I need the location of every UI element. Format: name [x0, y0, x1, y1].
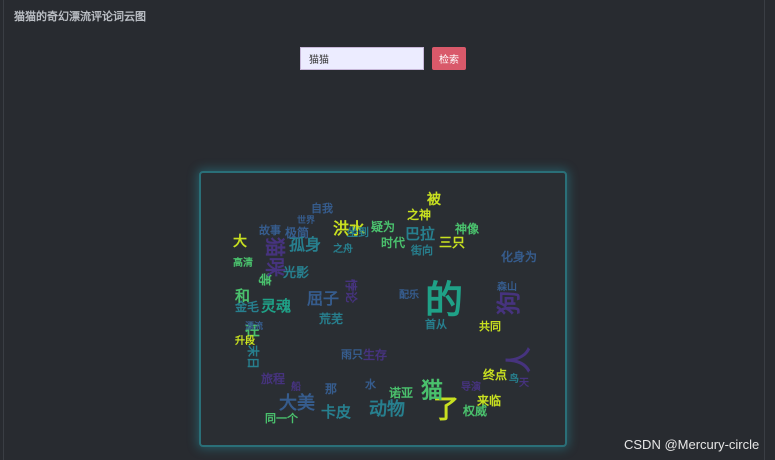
word-cloud-word: 神像	[455, 222, 480, 236]
word-cloud-word: 终点	[483, 368, 508, 382]
word-cloud-word: 之神	[407, 208, 432, 222]
word-cloud-word: 天	[519, 378, 529, 389]
word-cloud-word: 鸟	[509, 374, 519, 385]
word-cloud-word: 大	[233, 234, 247, 250]
word-cloud-word: 世界	[297, 216, 316, 226]
word-cloud-word: 导演	[461, 382, 481, 393]
word-cloud-word: 自我	[311, 202, 333, 215]
word-cloud-word: 悖论	[344, 278, 359, 304]
word-cloud-word: 大美	[279, 393, 315, 414]
word-cloud-word: 和	[235, 287, 251, 305]
word-cloud-word: 水	[365, 378, 376, 391]
word-cloud-word: 配乐	[399, 290, 419, 301]
word-cloud-word: 三只	[439, 236, 466, 251]
word-cloud-panel: 的了猫动物 大美 洪水被巴拉 孤身 三只狗人来临 之神 神像 时代 街向 首从 权威 诺亚 坐到在卡皮屈…	[199, 171, 567, 447]
word-cloud-word: 高清	[233, 258, 253, 269]
search-input[interactable]	[300, 47, 424, 70]
word-cloud-word: 荒芜	[319, 312, 344, 326]
page-title: 猫猫的奇幻漂流评论词云图	[14, 10, 146, 23]
word-cloud-word: 被	[427, 192, 441, 208]
word-cloud-word: 首从	[425, 318, 447, 331]
word-cloud-word: 那	[325, 382, 338, 396]
csdn-watermark: CSDN @Mercury-circle	[624, 437, 760, 452]
word-cloud-word: 人	[505, 346, 536, 374]
word-cloud-word: 船	[291, 382, 301, 393]
word-cloud-word: 街向	[411, 244, 433, 257]
word-cloud-word: 共同	[479, 320, 501, 333]
word-cloud-word: 化身为	[501, 250, 538, 264]
word-cloud-word: 森山	[497, 282, 517, 293]
word-cloud-word: 同一个	[265, 412, 298, 425]
word-cloud-word: 生存	[363, 348, 388, 362]
word-cloud-word: 屈子	[307, 289, 340, 308]
word-cloud-word: 权威	[463, 404, 488, 418]
word-cloud-word: 坐到	[347, 226, 369, 239]
word-cloud-word: 时代	[381, 236, 406, 250]
word-cloud-word: 狗	[495, 291, 523, 315]
word-cloud-word: 雨只	[341, 348, 363, 361]
word-cloud-word: 极简	[285, 226, 310, 240]
word-cloud-word: 末日	[246, 344, 261, 370]
word-cloud-word: 之舟	[333, 244, 353, 255]
left-edge-divider	[3, 0, 4, 460]
word-cloud-word: 猫咪	[263, 237, 287, 277]
right-edge-divider	[764, 0, 765, 460]
word-cloud-word: 巴拉	[405, 225, 436, 243]
word-cloud-word: 灵魂	[261, 297, 292, 315]
word-cloud-word: 诺亚	[389, 386, 414, 400]
word-cloud-word: 疑为	[371, 220, 396, 234]
word-cloud-word: 猫	[421, 379, 444, 404]
word-cloud-word: 漂流	[245, 322, 264, 332]
word-cloud-word: 动物	[369, 399, 405, 420]
word-cloud-word: 的	[425, 278, 464, 322]
search-button[interactable]: 检索	[432, 47, 466, 70]
word-cloud-word: 旅程	[261, 372, 286, 386]
word-cloud-word: 卡皮	[321, 403, 352, 421]
word-cloud-word: 故事	[259, 224, 281, 237]
